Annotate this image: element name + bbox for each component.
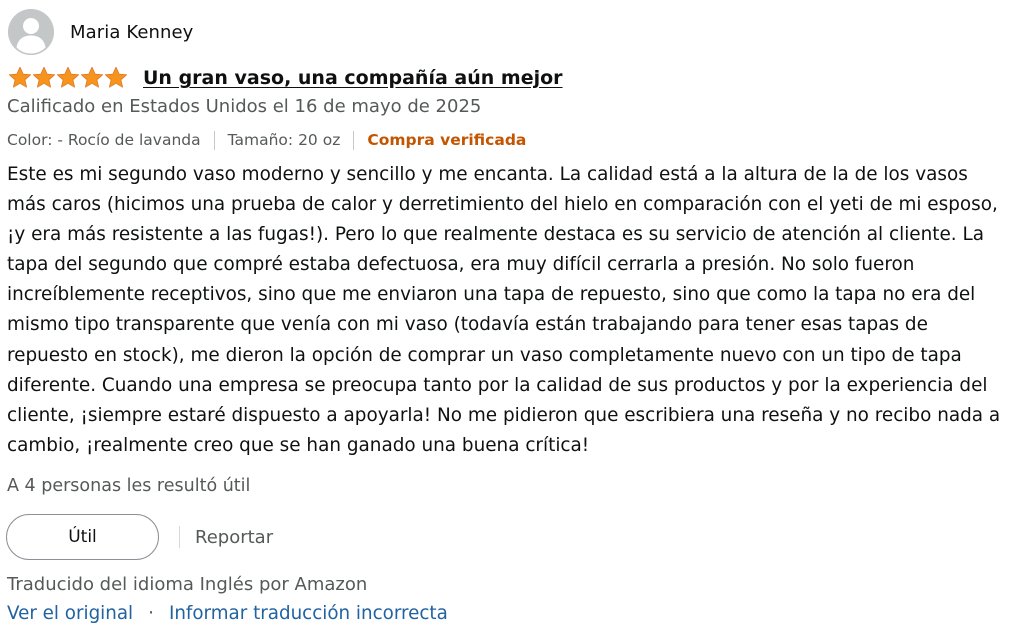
report-link[interactable]: Reportar <box>195 527 273 548</box>
star-icon <box>9 66 31 88</box>
translation-note: Traducido del idioma Inglés por Amazon <box>7 574 368 595</box>
product-attributes: Color: - Rocío de lavanda Tamaño: 20 oz … <box>7 129 526 151</box>
report-translation-link[interactable]: Informar traducción incorrecta <box>169 603 448 624</box>
reviewer-profile[interactable]: Maria Kenney <box>8 9 193 55</box>
review-title[interactable]: Un gran vaso, una compañía aún mejor <box>143 67 563 89</box>
link-separator: · <box>148 603 154 624</box>
reviewer-name[interactable]: Maria Kenney <box>70 22 193 43</box>
user-silhouette-icon <box>8 9 54 55</box>
color-attribute[interactable]: Color: - Rocío de lavanda <box>7 131 201 149</box>
review-date: Calificado en Estados Unidos el 16 de ma… <box>7 96 482 117</box>
customer-review: Maria Kenney Un gran vaso, una compañía … <box>0 0 1024 627</box>
divider <box>353 130 355 150</box>
divider <box>213 130 215 150</box>
translation-links: Ver el original · Informar traducción in… <box>7 603 448 624</box>
star-icon <box>33 66 55 88</box>
divider <box>179 526 180 548</box>
star-icon <box>57 66 79 88</box>
star-icon <box>81 66 103 88</box>
review-actions: Útil Reportar <box>6 514 273 560</box>
star-rating[interactable] <box>8 66 128 90</box>
helpful-count: A 4 personas les resultó útil <box>7 476 251 496</box>
size-attribute[interactable]: Tamaño: 20 oz <box>228 131 341 149</box>
star-icon <box>105 66 127 88</box>
review-title-row: Un gran vaso, una compañía aún mejor <box>8 64 563 92</box>
view-original-link[interactable]: Ver el original <box>7 603 133 624</box>
helpful-button[interactable]: Útil <box>6 514 159 560</box>
review-body: Este es mi segundo vaso moderno y sencil… <box>7 164 1001 456</box>
verified-purchase-badge[interactable]: Compra verificada <box>367 131 526 149</box>
